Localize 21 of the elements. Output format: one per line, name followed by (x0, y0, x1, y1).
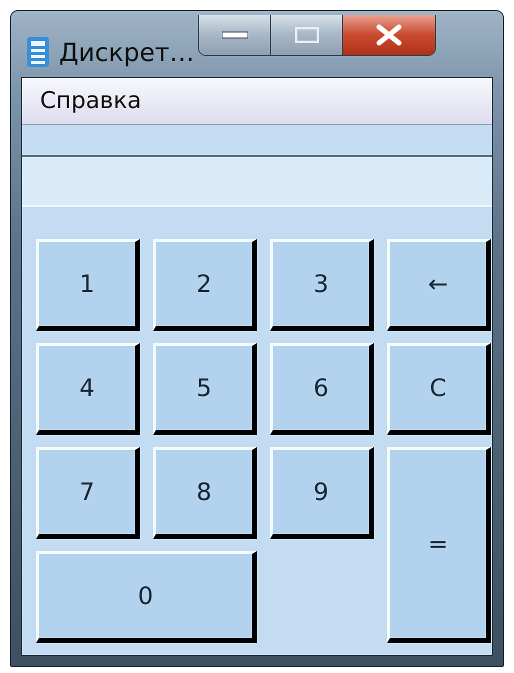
key-button[interactable]: 0 (36, 551, 257, 643)
key-button[interactable]: = (387, 447, 491, 643)
key-button[interactable]: 5 (153, 343, 257, 435)
key-button[interactable]: C (387, 343, 491, 435)
key-button[interactable]: ← (387, 239, 491, 331)
key-button[interactable]: 3 (270, 239, 374, 331)
key-button[interactable]: 9 (270, 447, 374, 539)
display-field[interactable] (22, 155, 492, 207)
calculator-icon (27, 37, 49, 67)
maximize-icon (294, 27, 319, 43)
key-button[interactable]: 4 (36, 343, 140, 435)
close-icon (375, 24, 404, 46)
close-button[interactable] (343, 15, 436, 55)
key-button[interactable]: 8 (153, 447, 257, 539)
minimize-button[interactable] (199, 15, 272, 55)
minimize-icon (222, 31, 248, 39)
window-title: Дискрет… (59, 38, 194, 66)
key-button[interactable]: 2 (153, 239, 257, 331)
key-button[interactable]: 6 (270, 343, 374, 435)
key-button[interactable]: 1 (36, 239, 140, 331)
key-button[interactable]: 7 (36, 447, 140, 539)
